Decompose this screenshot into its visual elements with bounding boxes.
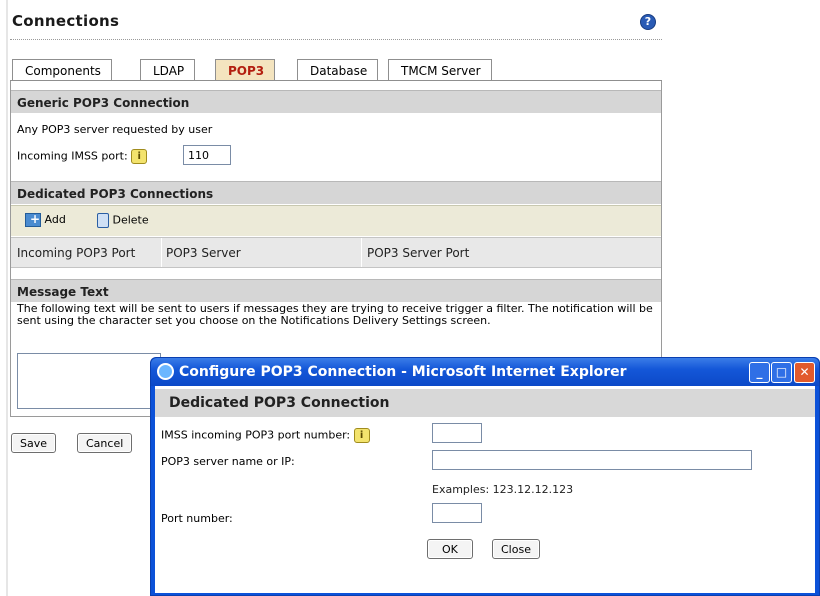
delete-button[interactable]: Delete bbox=[97, 213, 149, 228]
add-button-label: Add bbox=[44, 213, 66, 226]
tab-ldap[interactable]: LDAP bbox=[140, 59, 196, 81]
column-pop3-server[interactable]: POP3 Server bbox=[166, 246, 241, 260]
trash-icon bbox=[97, 213, 109, 228]
minimize-button[interactable]: _ bbox=[749, 362, 770, 383]
internet-explorer-icon bbox=[157, 363, 174, 380]
server-example-text: Examples: 123.12.12.123 bbox=[432, 483, 574, 496]
close-button[interactable]: Close bbox=[492, 539, 540, 559]
message-textarea[interactable] bbox=[17, 353, 161, 409]
delete-button-label: Delete bbox=[112, 213, 149, 227]
column-pop3-server-port[interactable]: POP3 Server Port bbox=[367, 246, 469, 260]
generic-description: Any POP3 server requested by user bbox=[17, 123, 213, 136]
column-incoming-pop3-port[interactable]: Incoming POP3 Port bbox=[17, 246, 135, 260]
imss-incoming-port-input[interactable] bbox=[432, 423, 482, 443]
tab-pop3[interactable]: POP3 bbox=[215, 59, 276, 81]
pop3-server-input[interactable] bbox=[432, 450, 752, 470]
column-separator bbox=[161, 238, 162, 267]
imss-port-input[interactable] bbox=[183, 145, 231, 165]
info-hint-icon[interactable]: i bbox=[131, 149, 148, 164]
tab-bar: Components LDAP POP3 Database TMCM Serve… bbox=[10, 59, 662, 81]
imss-port-label-text: Incoming IMSS port: bbox=[17, 149, 128, 163]
add-icon bbox=[25, 212, 41, 227]
message-description: The following text will be sent to users… bbox=[17, 302, 653, 327]
imss-port-label: Incoming IMSS port: i bbox=[17, 149, 148, 164]
add-button[interactable]: Add bbox=[25, 212, 66, 227]
table-header-row: Incoming POP3 Port POP3 Server POP3 Serv… bbox=[11, 237, 661, 268]
page-header: Connections ? bbox=[10, 8, 665, 38]
dedicated-toolbar: Add Delete bbox=[11, 205, 661, 236]
configure-pop3-dialog: Configure POP3 Connection - Microsoft In… bbox=[150, 357, 820, 596]
port-number-input[interactable] bbox=[432, 503, 482, 523]
save-button[interactable]: Save bbox=[11, 433, 57, 453]
dialog-title: Configure POP3 Connection - Microsoft In… bbox=[179, 364, 627, 380]
pop3-server-label: POP3 server name or IP: bbox=[161, 455, 295, 468]
dialog-title-bar[interactable]: Configure POP3 Connection - Microsoft In… bbox=[151, 358, 819, 386]
message-section-heading: Message Text bbox=[11, 279, 661, 302]
tab-database[interactable]: Database bbox=[297, 59, 379, 81]
column-separator bbox=[361, 238, 362, 267]
left-frame-border bbox=[6, 0, 8, 596]
question-mark-icon[interactable]: ? bbox=[640, 14, 656, 30]
port-number-label: Port number: bbox=[161, 512, 233, 525]
maximize-button[interactable]: □ bbox=[771, 362, 792, 383]
imss-incoming-port-row: IMSS incoming POP3 port number: i bbox=[161, 428, 370, 443]
page-title: Connections bbox=[12, 12, 120, 30]
tab-components[interactable]: Components bbox=[12, 59, 112, 81]
cancel-button[interactable]: Cancel bbox=[77, 433, 133, 453]
ok-button[interactable]: OK bbox=[427, 539, 473, 559]
dialog-body: Dedicated POP3 Connection IMSS incoming … bbox=[155, 386, 815, 593]
close-window-button[interactable]: ✕ bbox=[794, 362, 815, 383]
info-hint-icon[interactable]: i bbox=[353, 428, 370, 443]
dialog-heading: Dedicated POP3 Connection bbox=[155, 389, 815, 417]
tab-tmcm-server[interactable]: TMCM Server bbox=[388, 59, 492, 81]
header-divider bbox=[10, 39, 662, 40]
generic-section-heading: Generic POP3 Connection bbox=[11, 90, 661, 113]
dedicated-section-heading: Dedicated POP3 Connections bbox=[11, 181, 661, 204]
imss-incoming-port-label: IMSS incoming POP3 port number: bbox=[161, 428, 351, 442]
